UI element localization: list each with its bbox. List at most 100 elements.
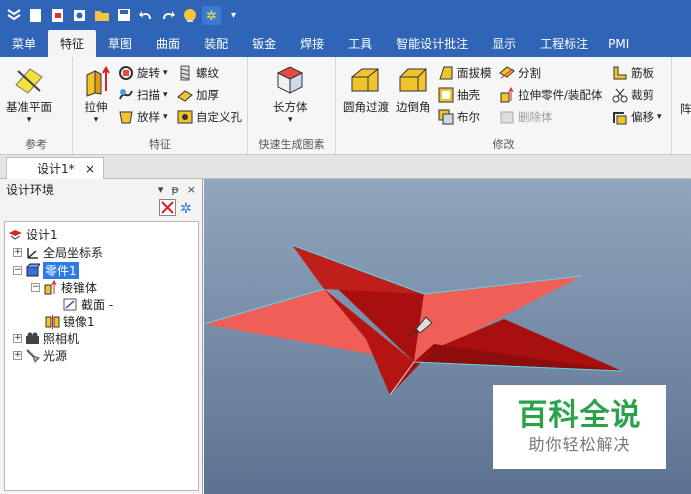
svg-text:✲: ✲ [206, 9, 217, 23]
offset-icon [613, 112, 627, 125]
tab-feature[interactable]: 特征 [48, 30, 97, 57]
tree-item-part[interactable]: − 零件1 [13, 262, 79, 279]
extrude-button[interactable]: 拉伸 ▾ [79, 63, 113, 125]
box-label: 长方体 [273, 100, 308, 114]
custom-hole-button[interactable]: 自定义孔 [177, 107, 242, 127]
panel-close-icon[interactable]: × [187, 183, 196, 196]
save-icon[interactable] [114, 6, 133, 25]
thread-button[interactable]: 螺纹 [177, 63, 219, 83]
draft-icon [439, 66, 453, 80]
sweep-button[interactable]: 扫描 ▾ [118, 85, 168, 105]
tree-item-pyramid[interactable]: − 棱锥体 [31, 279, 97, 296]
tab-pmi[interactable]: PMI [600, 30, 637, 57]
undo-icon[interactable] [136, 6, 155, 25]
bulb-icon[interactable] [180, 6, 199, 25]
boolean-icon [438, 109, 454, 125]
loft-button[interactable]: 放样 ▾ [118, 107, 168, 127]
tree-item-global-cs[interactable]: + 全局坐标系 [13, 244, 103, 261]
watermark-title: 百科全说 [517, 398, 642, 433]
tree-item-design[interactable]: 设计1 [8, 226, 58, 243]
panel-menu-icon[interactable]: ▾ [158, 183, 164, 196]
part-icon [26, 263, 40, 277]
dropdown-icon[interactable]: ▾ [224, 6, 243, 25]
delete-body-button[interactable]: 删除体 [499, 107, 553, 127]
folder-icon[interactable] [92, 6, 111, 25]
base-plane-button[interactable]: 基准平面 ▾ [6, 63, 52, 125]
fillet-icon [351, 68, 379, 92]
tab-smart-design[interactable]: 智能设计批注 [384, 30, 480, 57]
sparkle-icon[interactable]: ✲ [179, 199, 196, 219]
loft-icon [119, 111, 133, 124]
redo-icon[interactable] [158, 6, 177, 25]
tab-engineering[interactable]: 工程标注 [528, 30, 600, 57]
open-icon[interactable] [48, 6, 67, 25]
extrude-feature-icon [44, 280, 57, 295]
group-caption-quick-generate: 快速生成图素 [258, 138, 325, 151]
tab-display[interactable]: 显示 [480, 30, 528, 57]
panel-pin-icon[interactable]: ᵽ [171, 183, 178, 196]
tree-item-light[interactable]: + 光源 [13, 347, 67, 364]
scissors-icon [612, 88, 628, 103]
tab-surface[interactable]: 曲面 [144, 30, 192, 57]
tab-sketch[interactable]: 草图 [96, 30, 144, 57]
tab-tools[interactable]: 工具 [336, 30, 384, 57]
pattern-label: 阵 [680, 102, 691, 116]
plane-icon [15, 68, 43, 94]
extrude-part-button[interactable]: 拉伸零件/装配体 [499, 85, 602, 105]
boolean-button[interactable]: 布尔 [438, 107, 480, 127]
chamfer-icon [399, 68, 427, 92]
rib-button[interactable]: 筋板 [612, 63, 654, 83]
sketch-icon [63, 298, 77, 311]
trim-button[interactable]: 裁剪 [612, 85, 654, 105]
revolve-label: 旋转 [137, 66, 160, 80]
chamfer-button[interactable]: 边倒角 [396, 63, 431, 115]
filter-clear-icon[interactable] [159, 199, 176, 219]
watermark-subtitle: 助你轻松解决 [528, 435, 631, 454]
expand-icon[interactable]: + [13, 248, 22, 257]
revolve-button[interactable]: 旋转 ▾ [118, 63, 168, 83]
fillet-label: 圆角过渡 [343, 100, 389, 114]
group-quick-generate: 长方体 ▾ 快速生成图素 [248, 57, 336, 154]
group-modify: 圆角过渡 边倒角 面拔模 抽壳 布尔 分割 拉伸零件/装配体 删除体 筋板 裁剪… [336, 57, 672, 154]
expand-icon[interactable]: + [13, 351, 22, 360]
shell-button[interactable]: 抽壳 [438, 85, 480, 105]
tree-item-camera[interactable]: + 照相机 [13, 330, 79, 347]
extrude-label: 拉伸 [84, 100, 108, 114]
delete-body-label: 删除体 [518, 110, 553, 124]
extrude-part-label: 拉伸零件/装配体 [518, 88, 603, 102]
tree-item-section[interactable]: 截面 - [63, 296, 113, 313]
collapse-icon[interactable]: − [13, 266, 22, 275]
document-tab[interactable]: 设计1* × [6, 157, 104, 179]
tab-assembly[interactable]: 装配 [192, 30, 240, 57]
box-button[interactable]: 长方体 ▾ [273, 63, 308, 125]
fillet-button[interactable]: 圆角过渡 [343, 63, 389, 115]
tab-welding[interactable]: 焊接 [288, 30, 336, 57]
split-button[interactable]: 分割 [499, 63, 541, 83]
thread-label: 螺纹 [196, 66, 219, 80]
close-icon[interactable]: × [85, 162, 95, 176]
expand-icon[interactable]: + [13, 334, 22, 343]
group-feature: 拉伸 ▾ 旋转 ▾ 扫描 ▾ 放样 ▾ 螺纹 加厚 自定义孔 特征 [73, 57, 248, 154]
base-plane-label: 基准平面 [6, 100, 52, 114]
axis-icon [27, 248, 38, 259]
thicken-button[interactable]: 加厚 [177, 85, 219, 105]
sweep-label: 扫描 [137, 88, 160, 102]
tab-menu[interactable]: 菜单 [0, 30, 48, 57]
template-icon[interactable] [70, 6, 89, 25]
draft-button[interactable]: 面拔模 [438, 63, 492, 83]
group-caption-reference: 参考 [25, 138, 47, 151]
group-pattern-clipped: 阵 [672, 57, 691, 154]
star-icon[interactable]: ✲ [202, 5, 221, 25]
light-icon [26, 349, 40, 363]
new-icon[interactable] [26, 6, 45, 25]
group-caption-modify: 修改 [492, 138, 515, 151]
extrude-part-icon [500, 87, 514, 103]
tree-label-mirror: 镜像1 [63, 315, 95, 329]
pattern-button[interactable]: 阵 [680, 101, 691, 117]
tab-sheetmetal[interactable]: 钣金 [240, 30, 288, 57]
tree-item-mirror[interactable]: 镜像1 [45, 313, 95, 330]
logo-icon[interactable] [4, 6, 23, 25]
panel-toolbar: ✲ [0, 199, 202, 219]
collapse-icon[interactable]: − [31, 283, 40, 292]
offset-button[interactable]: 偏移 ▾ [612, 107, 662, 127]
